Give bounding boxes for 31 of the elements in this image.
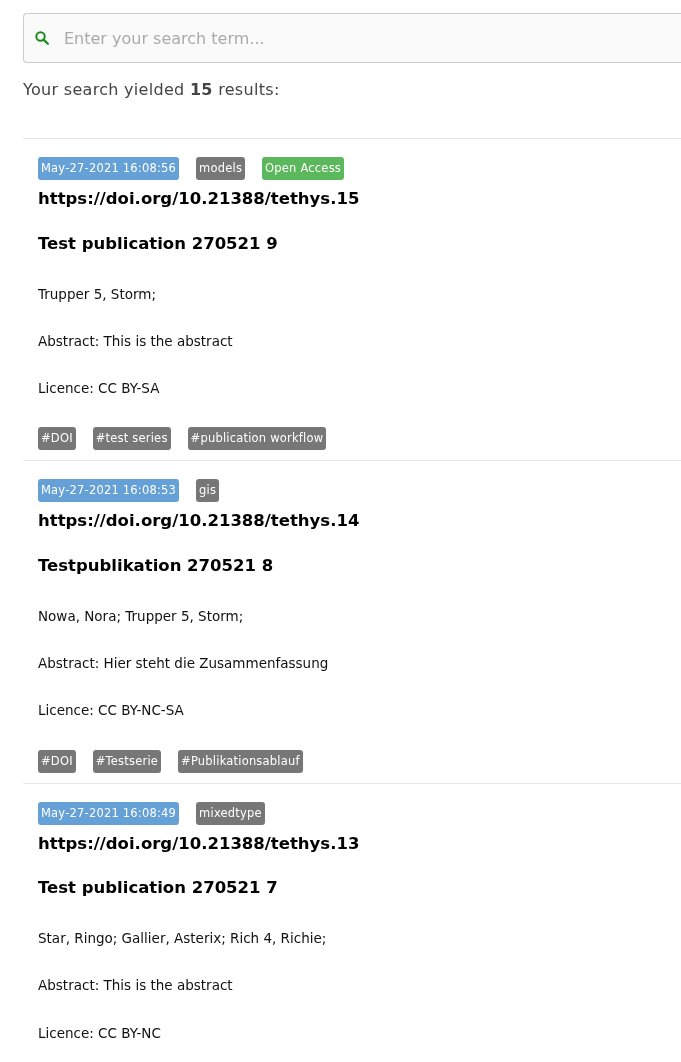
abstract-text: Abstract: Hier steht die Zusammenfassung <box>38 654 330 673</box>
publication-title: Testpublikation 270521 8 <box>38 555 275 577</box>
type-label: models <box>196 157 246 180</box>
authors-text: Nowa, Nora; Trupper 5, Storm; <box>38 606 245 626</box>
tag[interactable]: #test series <box>92 427 171 451</box>
licence-text: Licence: CC BY-NC <box>38 1023 162 1043</box>
date-label: May-27-2021 16:08:53 <box>38 479 180 503</box>
tag[interactable]: #DOI <box>38 749 76 773</box>
licence-text: Licence: CC BY-SA <box>38 379 161 398</box>
result-count: Your search yielded 15 results: <box>23 79 281 101</box>
type-label: mixedtype <box>196 801 265 825</box>
access-label: Open Access <box>262 157 345 180</box>
publication-title: Test publication 270521 9 <box>38 232 279 255</box>
doi-link[interactable]: https://doi.org/10.21388/tethys.14 <box>38 509 681 534</box>
tag[interactable]: #Publikationsablauf <box>178 749 303 773</box>
abstract-text: Abstract: This is the abstract <box>38 331 234 351</box>
type-label: gis <box>196 479 220 503</box>
doi-link[interactable]: https://doi.org/10.21388/tethys.13 <box>38 831 681 857</box>
authors-text: Star, Ringo; Gallier, Asterix; Rich 4, Richie; <box>38 929 328 948</box>
licence-text: Licence: CC BY-NC-SA <box>38 701 185 721</box>
publication-title: Test publication 270521 7 <box>38 877 279 900</box>
tag[interactable]: #Testserie <box>92 749 162 773</box>
search-field[interactable]: Enter your search term... <box>23 13 681 63</box>
tag[interactable]: #DOI <box>38 427 76 451</box>
date-label: May-27-2021 16:08:56 <box>38 157 180 180</box>
tag[interactable]: #publication workflow <box>187 427 327 451</box>
date-label: May-27-2021 16:08:49 <box>38 801 180 825</box>
abstract-text: Abstract: This is the abstract <box>38 976 234 996</box>
authors-text: Trupper 5, Storm; <box>38 284 157 304</box>
doi-link[interactable]: https://doi.org/10.21388/tethys.15 <box>38 187 681 212</box>
search-icon <box>35 31 49 45</box>
